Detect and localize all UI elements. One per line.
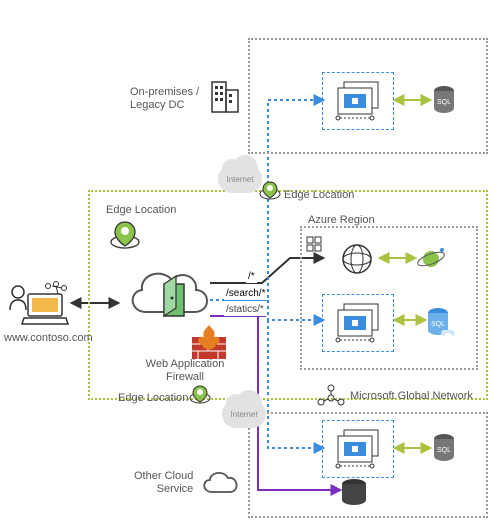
svg-text:SQL: SQL [437,447,451,454]
vm-stack-icon [330,426,386,472]
onprem-label: On-premises / Legacy DC [130,86,199,112]
cloud-outline-icon [198,468,242,498]
internet-cloud-icon: Internet [222,400,266,428]
azure-region-label: Azure Region [308,214,375,227]
webapp-globe-icon [340,242,374,276]
cloud-door-icon [122,262,212,330]
other-cloud-label: Other Cloud Service [134,470,193,496]
edge-location-bottom-label: Edge Location [118,392,188,405]
ms-global-network-label: Microsoft Global Network [350,390,473,403]
sql-database-icon: SQL [426,306,456,340]
laptop-user-icon [8,280,70,328]
waf-label: Web Application Firewall [130,358,240,384]
network-mesh-icon [316,382,346,408]
svg-text:SQL: SQL [431,321,445,328]
vm-stack-icon [330,300,386,346]
client-url-label: www.contoso.com [4,332,93,345]
firewall-icon [188,323,230,363]
cosmos-icon [416,244,446,274]
internet-cloud-icon: Internet [218,165,262,193]
sql-database-icon: SQL [432,84,462,118]
route-path-statics: /statics/* [224,304,266,317]
edge-location-left-label: Edge Location [106,204,176,217]
app-service-icon [306,236,322,252]
route-path-search: /search/* [224,288,267,301]
building-icon [206,76,244,116]
storage-icon [340,478,368,508]
route-path-root: /* [246,271,257,284]
svg-text:SQL: SQL [437,99,451,106]
edge-location-top-label: Edge Location [284,189,354,202]
location-pin-icon [188,384,212,406]
vm-stack-icon [330,78,386,124]
location-pin-icon [258,180,282,202]
location-pin-icon [108,220,142,250]
sql-database-icon: SQL [432,432,462,466]
